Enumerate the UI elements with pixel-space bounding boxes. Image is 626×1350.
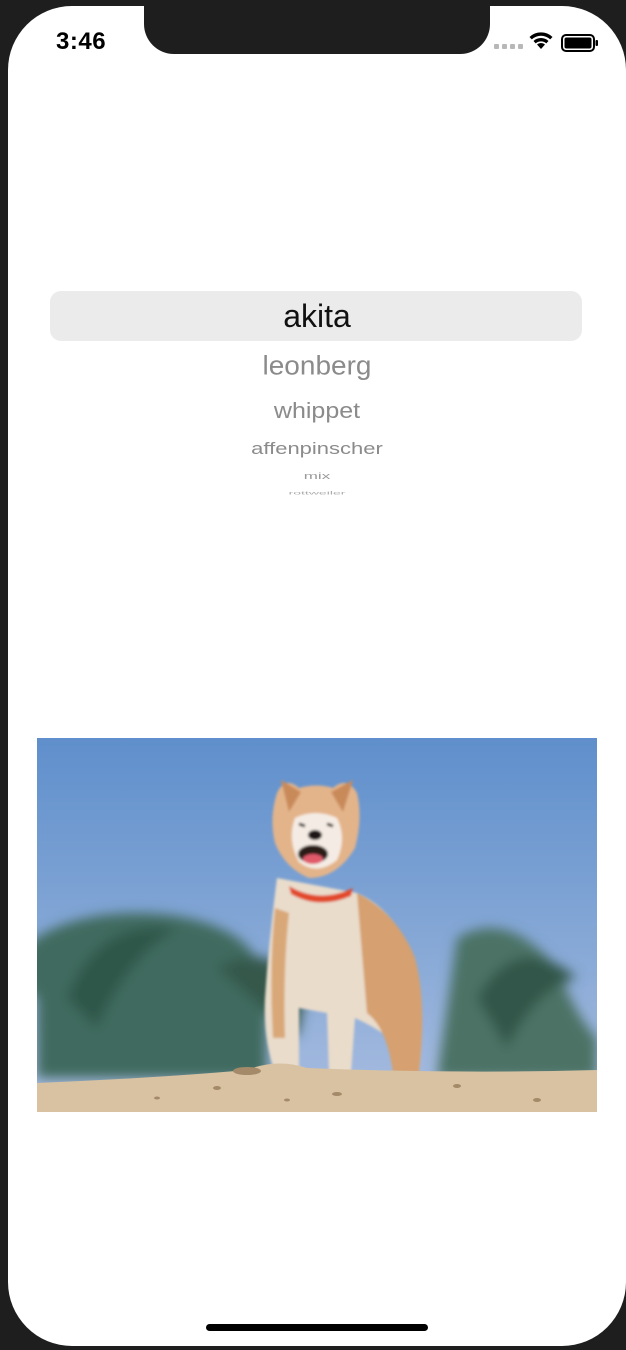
picker-item-selected[interactable]: akita [50, 298, 584, 335]
wifi-icon [529, 32, 553, 49]
dog-photo [37, 738, 597, 1112]
signal-icon [494, 44, 523, 49]
status-time: 3:46 [56, 28, 107, 55]
battery-icon [561, 34, 598, 52]
picker-item[interactable]: mix [50, 471, 584, 482]
notch [144, 6, 490, 54]
picker-item[interactable]: rottweiler [50, 491, 584, 496]
breed-picker[interactable]: akita leonberg whippet affenpinscher mix… [50, 290, 584, 500]
picker-item[interactable]: whippet [50, 399, 584, 425]
picker-item[interactable]: affenpinscher [50, 439, 584, 458]
picker-item[interactable]: leonberg [50, 351, 584, 382]
home-indicator[interactable] [206, 1324, 428, 1331]
phone-screen: 3:46 akita leonberg whippet affenpinsche… [8, 6, 626, 1346]
